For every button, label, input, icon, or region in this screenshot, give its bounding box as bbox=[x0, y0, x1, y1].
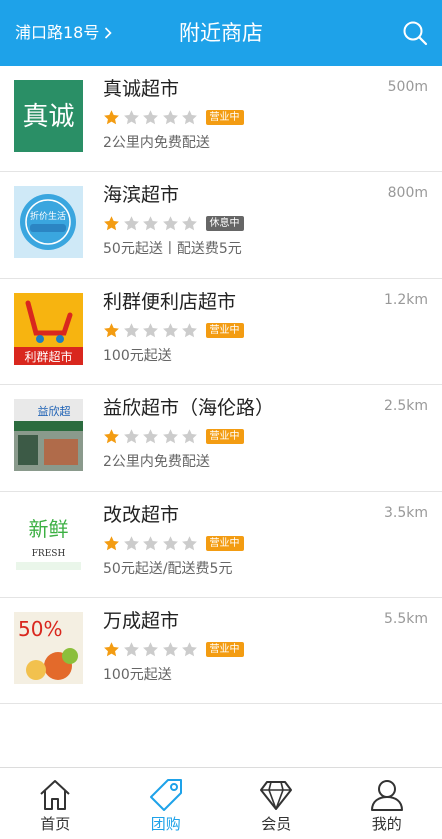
store-list: 真诚 真诚超市 500m 营业中 2公里内免费配送 折价生活 海滨超市 800m… bbox=[0, 66, 442, 705]
star-empty-icon bbox=[182, 216, 197, 231]
location-selector[interactable]: 浦口路18号 bbox=[15, 22, 113, 44]
star-filled-icon bbox=[104, 323, 119, 338]
svg-text:益欣超: 益欣超 bbox=[38, 404, 71, 418]
delivery-note: 50元起送丨配送费5元 bbox=[103, 241, 242, 258]
store-row[interactable]: 真诚 真诚超市 500m 营业中 2公里内免费配送 bbox=[0, 66, 442, 173]
store-logo: 折价生活 bbox=[14, 186, 83, 259]
star-rating: 营业中 bbox=[103, 641, 244, 658]
svg-text:折价生活: 折价生活 bbox=[30, 210, 66, 222]
star-empty-icon bbox=[143, 216, 158, 231]
tab-label: 会员 bbox=[261, 815, 292, 833]
store-distance: 5.5km bbox=[383, 610, 428, 627]
store-name: 万成超市 bbox=[103, 609, 180, 632]
store-logo: 利群超市 bbox=[14, 292, 83, 365]
star-empty-icon bbox=[162, 323, 178, 338]
star-empty-icon bbox=[182, 323, 197, 338]
delivery-note: 100元起送 bbox=[103, 347, 172, 364]
store-distance: 2.5km bbox=[383, 398, 428, 415]
store-distance: 1.2km bbox=[383, 291, 428, 308]
store-name: 真诚超市 bbox=[103, 78, 180, 100]
store-logo: 真诚 bbox=[14, 80, 83, 152]
star-empty-icon bbox=[162, 110, 178, 125]
star-empty-icon bbox=[143, 110, 158, 125]
tag-icon bbox=[149, 779, 182, 811]
star-rating: 休息中 bbox=[103, 215, 244, 232]
star-empty-icon bbox=[143, 323, 158, 338]
store-row[interactable]: 折价生活 海滨超市 800m 休息中 50元起送丨配送费5元 bbox=[0, 172, 442, 279]
status-badge: 营业中 bbox=[205, 429, 244, 445]
page-title: 附近商店 bbox=[179, 21, 263, 45]
store-distance: 800m bbox=[387, 185, 428, 202]
search-icon[interactable] bbox=[402, 20, 428, 46]
store-logo: 新鲜 FRESH bbox=[14, 505, 83, 578]
store-name: 海滨超市 bbox=[103, 184, 180, 207]
star-empty-icon bbox=[182, 429, 197, 444]
star-filled-icon bbox=[104, 642, 119, 657]
svg-text:利群超市: 利群超市 bbox=[24, 349, 72, 364]
star-rating: 营业中 bbox=[103, 322, 244, 339]
tab-label: 首页 bbox=[40, 815, 71, 833]
store-row[interactable]: 新鲜 FRESH 改改超市 3.5km 营业中 50元起送/配送费5元 bbox=[0, 492, 442, 598]
store-row[interactable]: 50% 万成超市 5.5km 营业中 100元起送 bbox=[0, 598, 442, 705]
location-label: 浦口路18号 bbox=[15, 23, 100, 42]
svg-text:真诚: 真诚 bbox=[22, 102, 74, 132]
store-name: 利群便利店超市 bbox=[103, 290, 237, 313]
star-empty-icon bbox=[123, 642, 139, 657]
status-badge: 营业中 bbox=[205, 322, 244, 338]
star-filled-icon bbox=[104, 110, 119, 125]
star-empty-icon bbox=[123, 110, 139, 125]
status-badge: 营业中 bbox=[205, 110, 244, 125]
tab-group-buy[interactable]: 团购 bbox=[111, 768, 222, 839]
tab-member[interactable]: 会员 bbox=[221, 768, 332, 839]
store-logo: 益欣超 bbox=[14, 399, 83, 472]
tab-mine[interactable]: 我的 bbox=[332, 768, 442, 839]
star-filled-icon bbox=[104, 535, 119, 550]
star-empty-icon bbox=[123, 323, 139, 338]
delivery-note: 2公里内免费配送 bbox=[103, 135, 210, 151]
store-distance: 500m bbox=[387, 79, 428, 95]
star-empty-icon bbox=[143, 535, 158, 550]
star-empty-icon bbox=[143, 642, 158, 657]
star-empty-icon bbox=[123, 429, 139, 444]
star-rating: 营业中 bbox=[103, 535, 244, 552]
star-empty-icon bbox=[123, 216, 139, 231]
store-row[interactable]: 利群超市 利群便利店超市 1.2km 营业中 100元起送 bbox=[0, 279, 442, 386]
status-badge: 营业中 bbox=[205, 535, 244, 551]
star-empty-icon bbox=[123, 535, 139, 550]
svg-text:新鲜: 新鲜 bbox=[29, 517, 69, 541]
store-name: 改改超市 bbox=[103, 503, 180, 526]
tab-label: 我的 bbox=[371, 815, 402, 833]
star-empty-icon bbox=[182, 535, 197, 550]
app-header: 浦口路18号 附近商店 bbox=[0, 0, 442, 66]
bottom-tab-bar: 首页 团购 会员 我的 bbox=[0, 767, 442, 839]
star-empty-icon bbox=[162, 429, 178, 444]
delivery-note: 100元起送 bbox=[103, 666, 172, 683]
home-icon bbox=[40, 780, 70, 810]
diamond-icon bbox=[260, 781, 293, 810]
store-logo: 50% bbox=[14, 611, 83, 684]
star-empty-icon bbox=[162, 535, 178, 550]
user-icon bbox=[370, 780, 403, 811]
star-empty-icon bbox=[182, 110, 197, 125]
svg-text:50%: 50% bbox=[18, 617, 62, 641]
status-badge: 休息中 bbox=[205, 216, 244, 232]
star-filled-icon bbox=[104, 216, 119, 231]
star-empty-icon bbox=[162, 642, 178, 657]
star-empty-icon bbox=[162, 216, 178, 231]
store-name: 益欣超市（海伦路） bbox=[103, 397, 275, 420]
star-rating: 营业中 bbox=[103, 109, 244, 126]
star-empty-icon bbox=[182, 642, 197, 657]
delivery-note: 2公里内免费配送 bbox=[103, 454, 210, 471]
tab-label: 团购 bbox=[150, 815, 181, 833]
store-distance: 3.5km bbox=[383, 504, 428, 521]
status-badge: 营业中 bbox=[205, 641, 244, 657]
store-row[interactable]: 益欣超 益欣超市（海伦路） 2.5km 营业中 2公里内免费配送 bbox=[0, 385, 442, 492]
star-empty-icon bbox=[143, 429, 158, 444]
star-rating: 营业中 bbox=[103, 428, 244, 445]
chevron-right-icon bbox=[105, 27, 113, 39]
tab-home[interactable]: 首页 bbox=[0, 768, 111, 839]
delivery-note: 50元起送/配送费5元 bbox=[103, 560, 233, 577]
star-filled-icon bbox=[104, 429, 119, 444]
svg-text:FRESH: FRESH bbox=[32, 549, 66, 559]
